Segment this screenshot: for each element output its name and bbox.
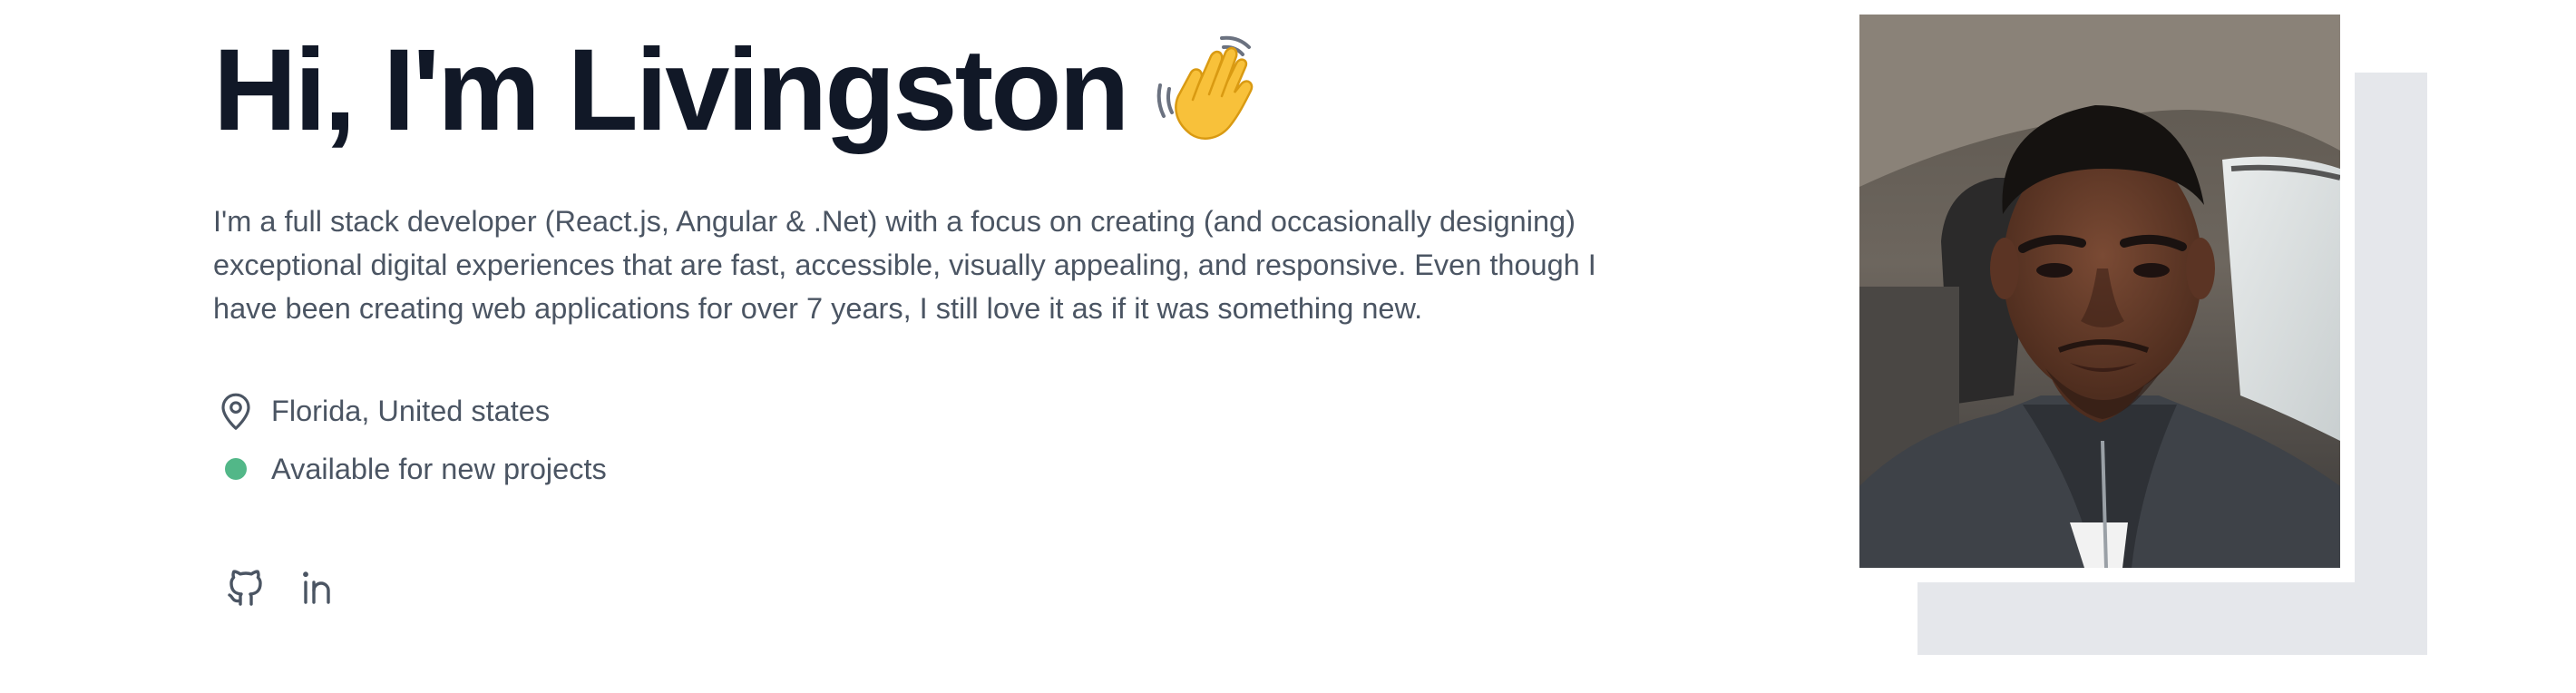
intro-paragraph: I'm a full stack developer (React.js, An… [213,205,1596,325]
page-title: Hi, I'm Livingston [213,27,1610,154]
photo-frame [1859,15,2355,582]
profile-photo-container [1859,15,2427,655]
profile-photo [1859,15,2340,568]
github-icon [228,570,262,606]
github-link[interactable] [220,562,271,613]
social-links [213,562,1610,613]
location-row: Florida, United states [213,388,1610,434]
availability-row: Available for new projects [213,446,1610,492]
info-list: Florida, United states Available for new… [213,388,1610,492]
hero-content: Hi, I'm Livingston I'm a full stack deve… [213,27,1610,613]
status-dot-icon [213,446,259,492]
status-badge [225,458,247,480]
location-text: Florida, United states [271,394,551,427]
map-pin-icon [213,388,259,434]
linkedin-link[interactable] [295,562,346,613]
linkedin-icon [303,571,330,604]
availability-text: Available for new projects [271,452,607,485]
hero-section: Hi, I'm Livingston I'm a full stack deve… [0,0,2576,693]
greeting-text: Hi, I'm Livingston [213,25,1130,155]
waving-hand-icon [1156,35,1253,140]
